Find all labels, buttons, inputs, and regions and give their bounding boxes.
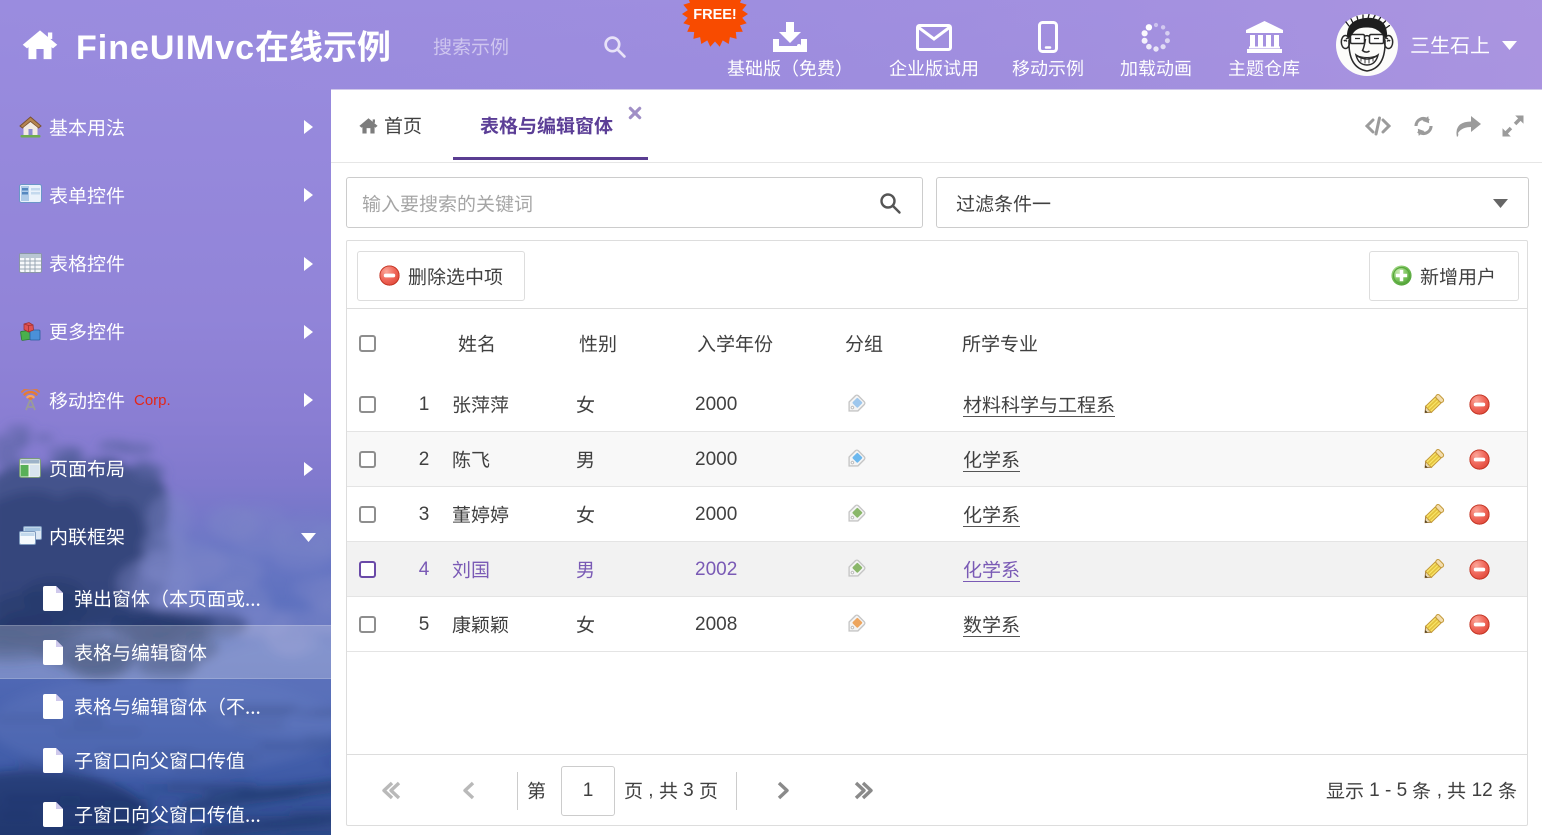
svg-text:FREE!: FREE! [693, 7, 737, 23]
